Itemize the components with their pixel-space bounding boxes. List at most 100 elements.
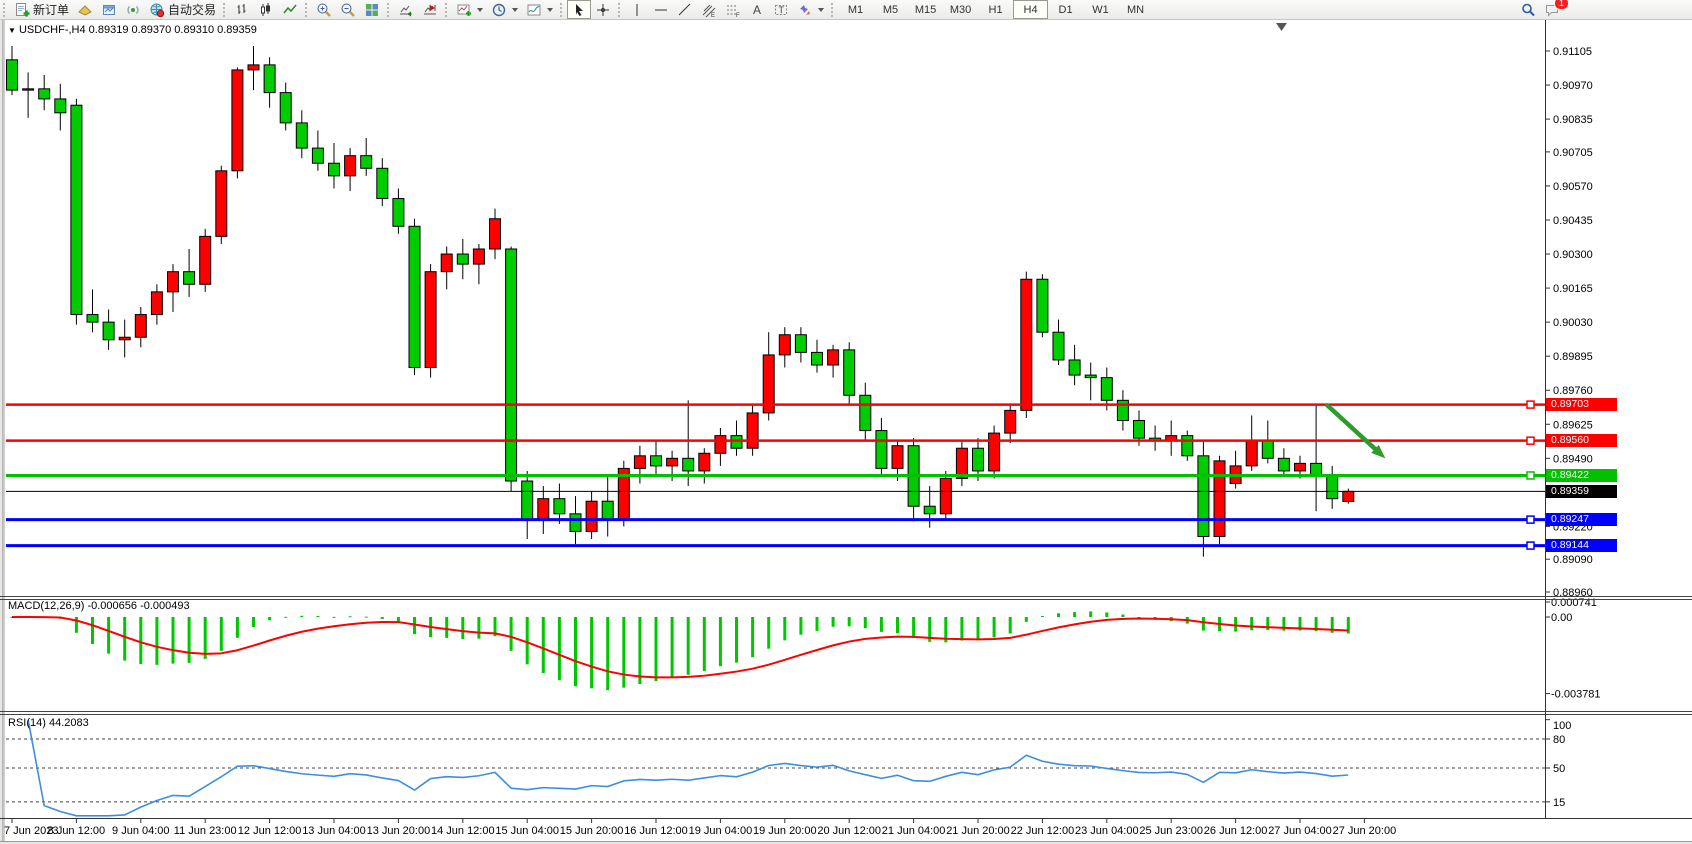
toolbar-separator [445, 3, 449, 17]
fibonacci-tool-button[interactable]: F [721, 0, 745, 19]
zoom-out-button[interactable] [336, 0, 360, 19]
market-watch-button[interactable] [97, 0, 121, 19]
time-axis-label: 21 Jun 04:00 [882, 825, 946, 837]
channel-tool-button[interactable]: E [697, 0, 721, 19]
price-axis-tick-label: 0.90970 [1553, 80, 1593, 92]
price-axis-tick-label: 0.90570 [1553, 181, 1593, 193]
macd-histogram-bar [574, 617, 577, 686]
chart-shift-button[interactable] [418, 0, 442, 19]
hline-endpoint-marker[interactable] [1527, 401, 1534, 408]
line-chart-button[interactable] [278, 0, 302, 19]
chart-symbol-period: USDCHF-,H4 [19, 24, 86, 36]
autotrading-button[interactable]: 自动交易 [145, 0, 220, 19]
time-axis-label: 13 Jun 04:00 [302, 825, 366, 837]
candle-body [200, 236, 211, 284]
macd-histogram-bar [767, 617, 770, 649]
macd-histogram-bar [284, 617, 287, 618]
vertical-line-tool-button[interactable] [625, 0, 649, 19]
notification-badge: 1 [1554, 0, 1569, 10]
hline-endpoint-marker[interactable] [1527, 542, 1534, 549]
toolbar-separator [560, 3, 564, 17]
price-axis-tick-label: 0.90705 [1553, 147, 1593, 159]
candle-body [361, 156, 372, 169]
timeframe-mn-button[interactable]: MN [1118, 0, 1153, 19]
new-order-button[interactable]: 新订单 [10, 0, 73, 19]
macd-histogram-bar [864, 617, 867, 628]
svg-text:E: E [711, 13, 715, 18]
timeframe-h1-button[interactable]: H1 [978, 0, 1013, 19]
candle-body [973, 448, 984, 471]
hline-endpoint-marker[interactable] [1527, 472, 1534, 479]
text-tool-button[interactable]: A [745, 0, 769, 19]
candle-body [103, 322, 114, 340]
candle-body [393, 199, 404, 227]
candle-body [1214, 461, 1225, 537]
timeframe-m5-button[interactable]: M5 [873, 0, 908, 19]
price-axis-tick-label: 0.89625 [1553, 419, 1593, 431]
svg-text:T: T [779, 5, 785, 15]
toolbar-handle[interactable] [3, 3, 7, 17]
candle-body [135, 315, 146, 338]
tile-windows-button[interactable] [360, 0, 384, 19]
candle-body [87, 315, 98, 323]
candle-body [683, 458, 694, 471]
periods-button[interactable] [487, 0, 522, 19]
arrows-tool-button[interactable] [793, 0, 828, 19]
new-order-label: 新订单 [33, 1, 69, 18]
toolbar: 新订单 自动交易 [0, 0, 1692, 20]
candle-body [1134, 420, 1145, 438]
price-axis-tick-label: 0.89090 [1553, 554, 1593, 566]
search-button[interactable] [1516, 0, 1540, 19]
candlestick-chart-button[interactable] [254, 0, 278, 19]
timeframe-m15-button[interactable]: M15 [908, 0, 943, 19]
candle-body [1037, 279, 1048, 332]
timeframe-m30-button[interactable]: M30 [943, 0, 978, 19]
candle-body [264, 65, 275, 93]
arrows-dropdown-caret [818, 8, 824, 12]
candle-body [1117, 400, 1128, 420]
horizontal-line-tool-button[interactable] [649, 0, 673, 19]
periods-dropdown-caret [512, 8, 518, 12]
trendline-tool-button[interactable] [673, 0, 697, 19]
charts-button[interactable] [73, 0, 97, 19]
candle-body [699, 453, 710, 471]
macd-histogram-bar [1041, 616, 1044, 617]
timeframe-h4-button[interactable]: H4 [1013, 0, 1048, 19]
current-price-badge: 0.89359 [1546, 485, 1617, 498]
candle-body [1021, 279, 1032, 410]
time-axis-label: 27 Jun 20:00 [1333, 825, 1397, 837]
macd-histogram-bar [993, 617, 996, 637]
indicators-dropdown-caret [477, 8, 483, 12]
hline-endpoint-marker[interactable] [1527, 516, 1534, 523]
time-axis-label: 25 Jun 23:00 [1139, 825, 1203, 837]
trendline-icon [677, 2, 693, 18]
cursor-icon [571, 2, 587, 18]
timeframe-d1-button[interactable]: D1 [1048, 0, 1083, 19]
candle-body [1005, 410, 1016, 433]
candle-body [1069, 360, 1080, 375]
timeframe-m1-button[interactable]: M1 [838, 0, 873, 19]
bar-chart-button[interactable] [230, 0, 254, 19]
templates-button[interactable] [522, 0, 557, 19]
cursor-tool-button[interactable] [567, 0, 591, 19]
candle-body [554, 499, 565, 514]
chart-shift-icon [422, 2, 438, 18]
text-label-tool-button[interactable]: T [769, 0, 793, 19]
candle-body [296, 123, 307, 148]
zoom-in-button[interactable] [312, 0, 336, 19]
symbol-dropdown-caret-icon[interactable]: ▼ [8, 26, 16, 35]
notifications-button[interactable]: 1 [1540, 0, 1564, 19]
chart-canvas[interactable]: 0.911050.909700.908350.907050.905700.904… [0, 0, 1692, 844]
crosshair-tool-button[interactable] [591, 0, 615, 19]
auto-scroll-button[interactable] [394, 0, 418, 19]
indicators-button[interactable] [452, 0, 487, 19]
horizontal-line-icon [653, 2, 669, 18]
signals-button[interactable] [121, 0, 145, 19]
timeframe-w1-button[interactable]: W1 [1083, 0, 1118, 19]
hline-endpoint-marker[interactable] [1527, 437, 1534, 444]
time-axis-label: 15 Jun 04:00 [495, 825, 559, 837]
price-axis-tick-label: 0.90435 [1553, 215, 1593, 227]
rsi-axis-label: 50 [1553, 763, 1565, 775]
mt4-window: 新订单 自动交易 [0, 0, 1692, 844]
candle-body [570, 514, 581, 532]
